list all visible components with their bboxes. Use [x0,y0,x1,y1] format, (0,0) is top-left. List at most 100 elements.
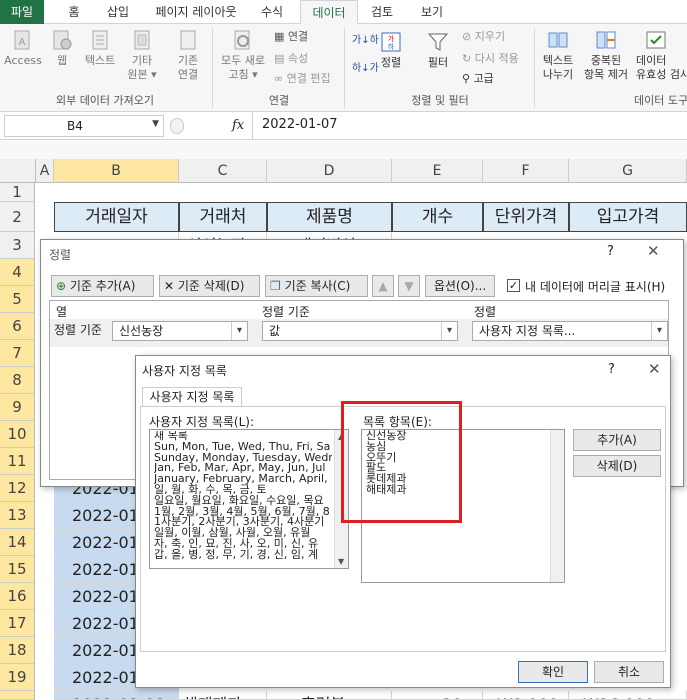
ok-button[interactable]: 확인 [518,661,588,683]
column-header-f[interactable]: F [483,159,569,183]
tab-file[interactable]: 파일 [0,0,44,24]
help-icon[interactable]: ? [607,244,614,259]
row-header[interactable]: 13 [0,502,35,529]
tab-insert[interactable]: 삽입 [96,0,140,24]
add-list-button[interactable]: 추가(A) [573,429,661,451]
copy-level-button[interactable]: ❐ 기준 복사(C) [265,275,368,297]
scroll-down-icon[interactable]: ▼ [338,557,344,566]
group-data-tools-label: 데이터 도구 [634,94,687,107]
access-button[interactable]: A Access [4,28,42,68]
formula-bar-handle[interactable] [170,118,184,134]
existing-connections-button[interactable]: 기존 연결 [168,28,208,82]
cell[interactable]: 30 [392,691,483,700]
clear-button[interactable]: ⊘ 지우기 [462,30,505,44]
formula-input[interactable]: 2022-01-07 [262,117,338,132]
text-file-icon [92,30,108,50]
text-to-columns-button[interactable]: 텍스트 나누기 [538,28,578,82]
cell[interactable]: 해태제과 [179,691,267,700]
row-header[interactable]: 12 [0,475,35,502]
tab-review[interactable]: 검토 [362,0,402,24]
advanced-filter-icon: ⚲ [462,72,471,85]
entries-scrollbar[interactable] [550,430,564,582]
header-cell[interactable]: 단위가격 [483,202,569,232]
header-cell[interactable]: 입고가격 [569,202,687,232]
column-header-g[interactable]: G [569,159,687,183]
delete-list-button[interactable]: 삭제(D) [573,455,661,477]
sort-level-label: 정렬 기준 [54,323,102,337]
custom-lists-listbox[interactable]: 새 목록 Sun, Mon, Tue, Wed, Thu, Fri, Sa Sund… [149,429,349,569]
row-header[interactable]: 2 [0,202,35,232]
tab-home[interactable]: 홈 [54,0,94,24]
add-level-button[interactable]: ⊕ 기준 추가(A) [51,275,154,297]
sort-ascending-button[interactable]: 가↓하 [352,34,379,48]
row-header[interactable]: 19 [0,664,35,691]
cell[interactable]: 홈런볼 [267,691,392,700]
cell[interactable]: ₩1,200 [483,691,569,700]
help-icon[interactable]: ? [608,362,615,377]
column-header-e[interactable]: E [392,159,483,183]
tab-page-layout[interactable]: 페이지 레이아웃 [146,0,246,24]
header-cell[interactable]: 거래처 [179,202,267,232]
cancel-button[interactable]: 취소 [594,661,664,683]
row-header[interactable]: 7 [0,340,35,367]
row-header[interactable]: 6 [0,313,35,340]
text-import-button[interactable]: 텍스트 [80,28,120,68]
row-header[interactable]: 8 [0,367,35,394]
close-icon[interactable]: ✕ [648,360,661,378]
column-header-b[interactable]: B [54,159,179,183]
advanced-button[interactable]: ⚲ 고급 [462,72,494,86]
tab-formulas[interactable]: 수식 [250,0,294,24]
order-select[interactable]: 사용자 지정 목록... ▾ [472,321,668,341]
row-header[interactable]: 16 [0,583,35,610]
cell[interactable]: ₩36,000 [569,691,687,700]
properties-button[interactable]: ▤ 속성 [274,52,308,66]
row-header[interactable]: 17 [0,610,35,637]
edit-links-button[interactable]: ∞ 연결 편집 [274,72,331,86]
filter-button[interactable]: 필터 [420,30,456,70]
tab-custom-lists[interactable]: 사용자 지정 목록 [142,387,242,407]
connections-button[interactable]: ▦ 연결 [274,30,308,44]
cell[interactable]: 2022-01-08 [54,691,179,700]
refresh-all-button[interactable]: 모두 새로 고침 ▾ [216,28,270,82]
close-icon[interactable]: ✕ [647,242,660,260]
column-header-c[interactable]: C [179,159,267,183]
row-header[interactable]: 11 [0,448,35,475]
name-box[interactable]: B4 ▼ [4,115,164,137]
row-header[interactable]: 14 [0,529,35,556]
tab-view[interactable]: 보기 [410,0,454,24]
row-header[interactable]: 10 [0,421,35,448]
row-header[interactable]: 9 [0,394,35,421]
header-checkbox[interactable]: ✓ [507,279,520,292]
header-cell[interactable]: 제품명 [267,202,392,232]
row-header[interactable] [0,691,35,700]
tab-data[interactable]: 데이터 [300,0,358,24]
move-up-button[interactable]: ▲ [372,275,394,297]
sort-on-select[interactable]: 값 ▾ [262,321,458,341]
chevron-down-icon: ▼ [152,119,159,129]
row-header[interactable]: 1 [0,183,35,202]
row-header[interactable]: 4 [0,259,35,286]
row-header[interactable]: 18 [0,637,35,664]
web-button[interactable]: 웹 [46,28,78,68]
options-button[interactable]: 옵션(O)... [425,275,495,297]
row-header[interactable]: 5 [0,286,35,313]
delete-level-button[interactable]: ✕ 기준 삭제(D) [159,275,260,297]
other-sources-button[interactable]: 기타 원본 ▾ [122,28,162,82]
move-down-button[interactable]: ▼ [398,275,420,297]
order-header-label: 정렬 [474,305,497,319]
custom-list-item[interactable]: 갑, 을, 병, 정, 무, 기, 경, 신, 임, 계 [154,549,332,561]
insert-function-icon[interactable]: fx [232,118,244,133]
sort-button[interactable]: 가하 정렬 [376,30,406,70]
header-cell[interactable]: 거래일자 [54,202,179,232]
column-header-a[interactable]: A [36,159,54,183]
sort-descending-button[interactable]: 하↓가 [352,62,379,76]
row-header[interactable]: 3 [0,232,35,259]
column-select[interactable]: 신선농장 ▾ [112,321,248,341]
row-header[interactable]: 15 [0,556,35,583]
reapply-button[interactable]: ↻ 다시 적용 [462,52,519,66]
header-cell[interactable]: 개수 [392,202,483,232]
data-validation-button[interactable]: 데이터 유효성 검사 [634,28,687,82]
select-all-corner[interactable] [0,159,36,183]
column-header-d[interactable]: D [267,159,392,183]
remove-duplicates-button[interactable]: 중복된 항목 제거 [580,28,632,82]
